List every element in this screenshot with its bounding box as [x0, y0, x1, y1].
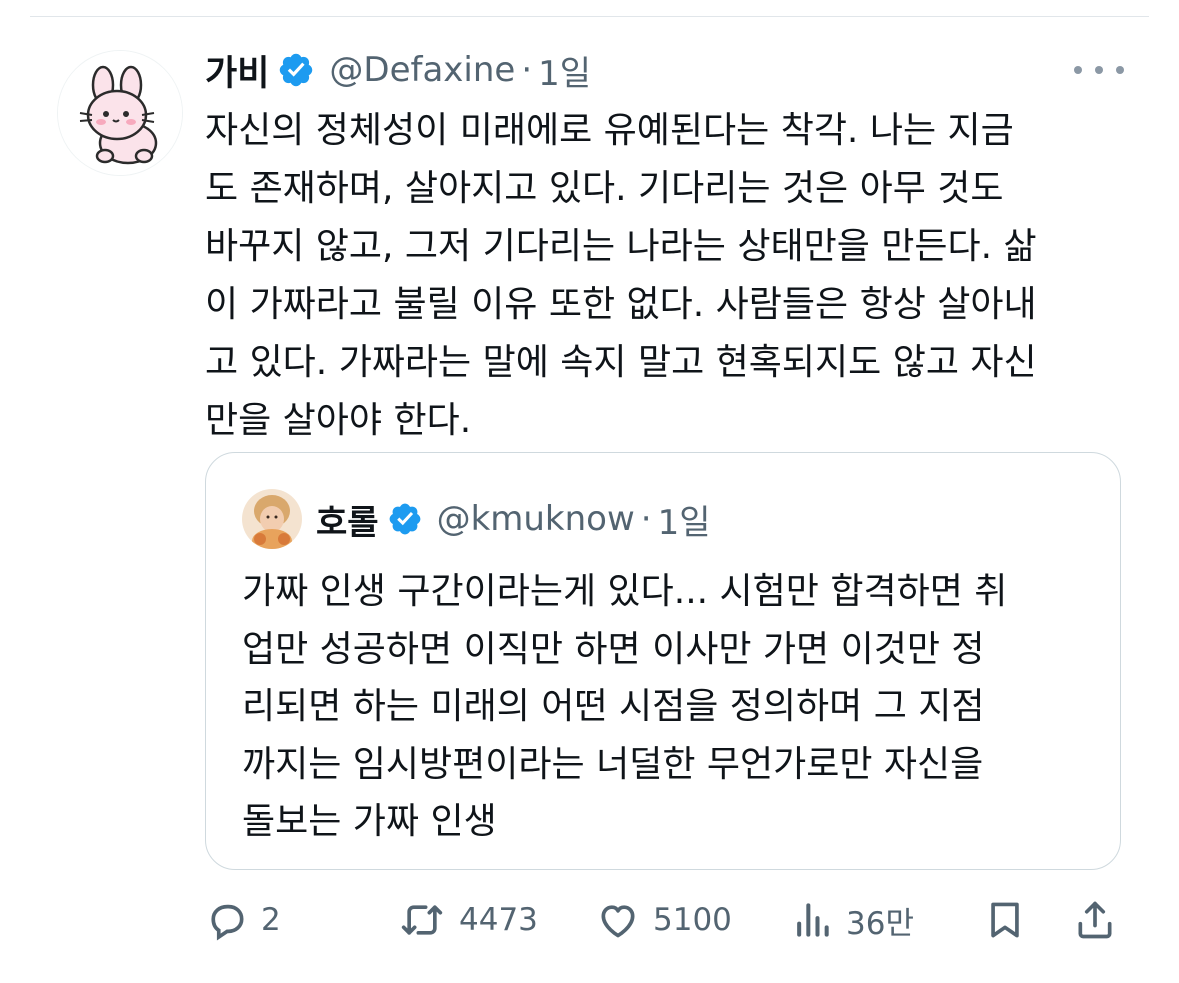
bookmark-icon — [991, 902, 1019, 938]
header-separator: · — [521, 50, 533, 90]
more-dot — [1095, 66, 1103, 74]
author-avatar[interactable] — [57, 50, 183, 176]
views-button[interactable]: 36만 — [790, 890, 914, 950]
retweet-count: 4473 — [459, 902, 538, 938]
quoted-tweet-header: 호롤 @kmuknow · 1일 — [316, 493, 711, 545]
heart-icon — [601, 905, 635, 938]
view-count: 36만 — [846, 905, 914, 942]
author-display-name[interactable]: 가비 — [205, 45, 269, 96]
reply-bubble-icon — [211, 904, 244, 941]
quoted-header-separator: · — [640, 499, 652, 539]
share-icon — [1078, 901, 1112, 939]
quoted-tweet-timestamp: 1일 — [657, 502, 711, 543]
like-button[interactable]: 5100 — [595, 890, 732, 950]
retweet-button[interactable]: 4473 — [397, 890, 538, 950]
quoted-tweet-card[interactable]: 호롤 @kmuknow · 1일 가짜 인생 구간이라는게 있다... 시험만 … — [205, 452, 1121, 870]
bookmark-button[interactable] — [983, 890, 1027, 950]
tweet-action-bar: 2 4473 5100 36만 — [205, 890, 1125, 950]
tweet-timestamp[interactable]: 1일 — [538, 46, 591, 95]
reply-count: 2 — [261, 902, 281, 938]
more-dot — [1116, 66, 1124, 74]
more-dot — [1074, 66, 1082, 74]
quoted-tweet-body-text: 가짜 인생 구간이라는게 있다... 시험만 합격하면 취 업만 성공하면 이직… — [242, 571, 1008, 842]
retweet-icon — [401, 905, 443, 935]
tweet-header: 가비 @Defaxine · 1일 — [205, 44, 591, 96]
verified-badge-icon — [389, 503, 420, 535]
tweet-body-text: 자신의 정체성이 미래에로 유예된다는 착각. 나는 지금 도 존재하며, 살아… — [205, 110, 1037, 441]
quoted-author-display-name: 호롤 — [316, 502, 379, 543]
bunny-avatar-icon — [58, 51, 182, 175]
share-button[interactable] — [1073, 890, 1117, 950]
quoted-author-handle: @kmuknow — [436, 499, 635, 539]
reply-button[interactable]: 2 — [205, 890, 281, 950]
verified-badge-icon — [280, 53, 313, 87]
author-handle[interactable]: @Defaxine — [329, 50, 515, 90]
like-count: 5100 — [653, 902, 732, 938]
views-chart-icon — [797, 903, 829, 937]
top-divider — [30, 16, 1149, 17]
quoted-author-avatar — [242, 489, 302, 549]
more-dots-icon[interactable] — [1074, 52, 1124, 88]
child-photo-avatar-icon — [242, 489, 302, 549]
